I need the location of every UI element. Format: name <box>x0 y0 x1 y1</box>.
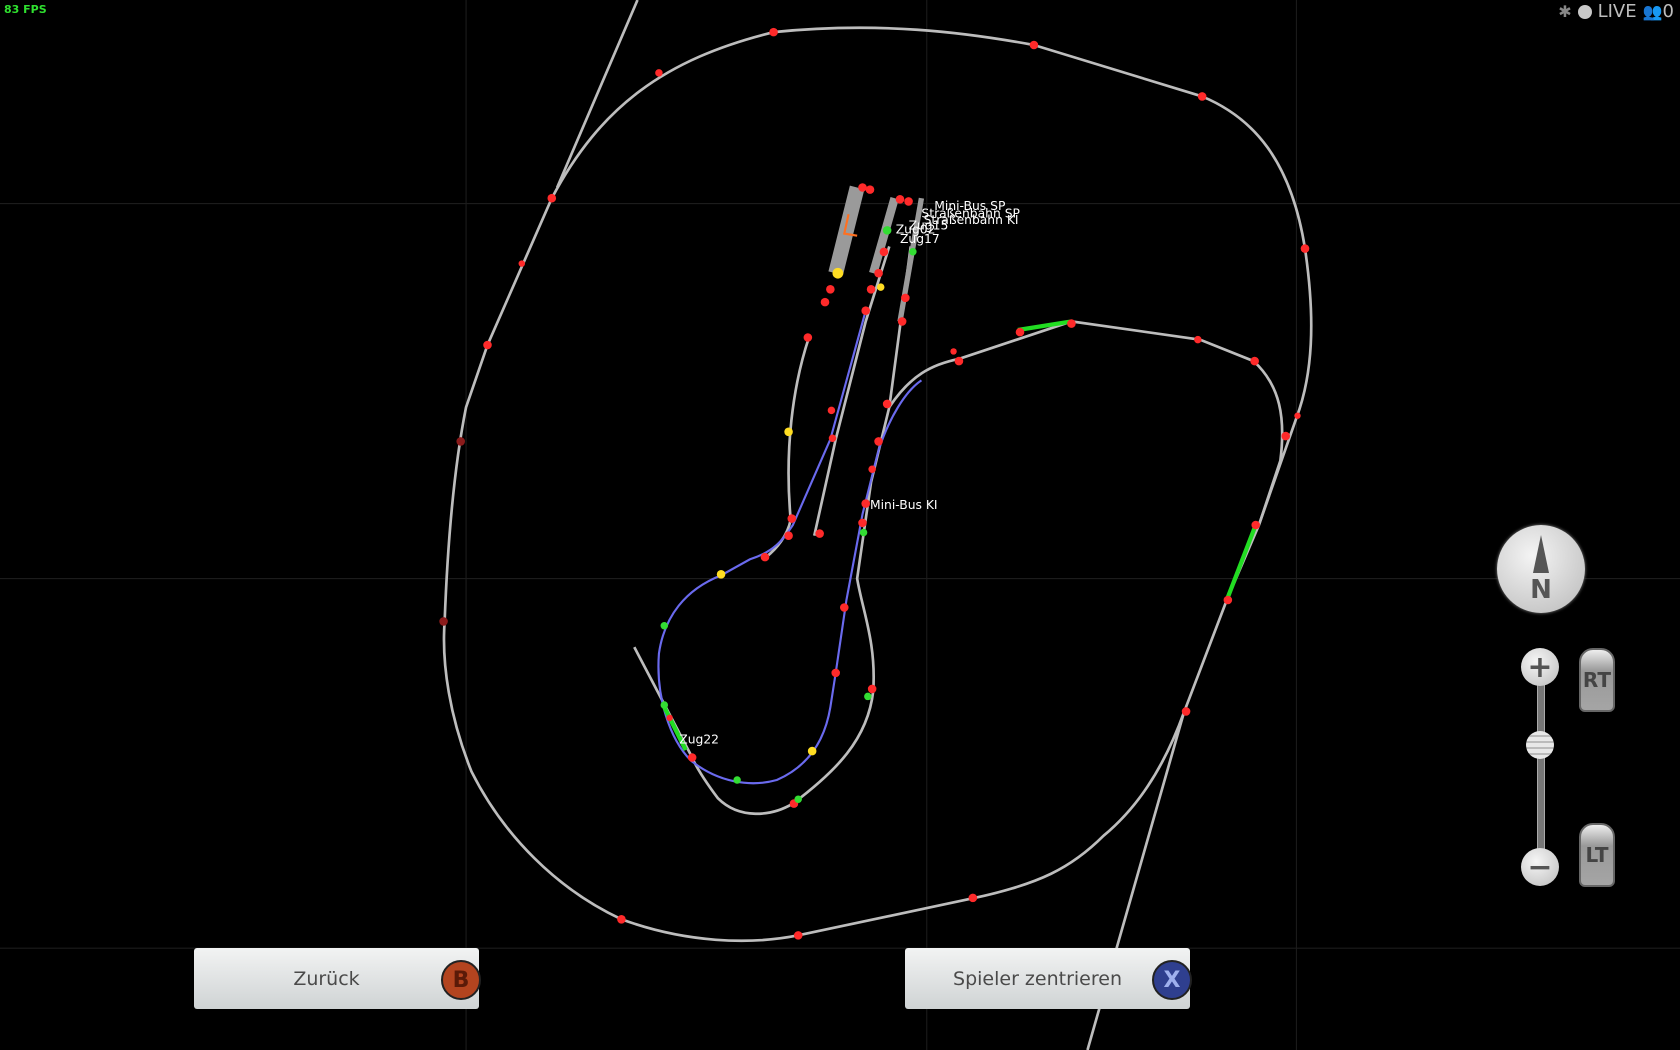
inner-right-loop <box>888 320 1284 526</box>
vehicle-label[interactable]: Zug17 <box>900 232 940 246</box>
lt-trigger-button[interactable]: LT <box>1579 823 1615 887</box>
north-arrow-icon <box>1533 535 1549 573</box>
status-bar: ✱ LIVE 👥 0 <box>1558 1 1674 22</box>
tracks <box>442 0 1313 1050</box>
active-segments <box>662 319 1258 751</box>
live-label: LIVE <box>1597 1 1637 22</box>
back-button[interactable]: Zurück B <box>194 948 481 1009</box>
fps-counter: 83 FPS <box>4 3 47 16</box>
players-icon: 👥 <box>1642 2 1663 21</box>
grid <box>0 0 1680 1050</box>
route-path <box>657 310 923 785</box>
x-key-icon: X <box>1152 960 1192 1000</box>
center-player-label: Spieler zentrieren <box>953 967 1122 990</box>
straight-line-north <box>555 0 639 189</box>
bug-icon[interactable]: ✱ <box>1558 2 1571 21</box>
green-signals <box>660 226 917 804</box>
outer-loop-track <box>442 26 1313 943</box>
vehicle-label[interactable]: Mini-Bus KI <box>870 498 938 512</box>
zoom-slider[interactable] <box>1537 680 1545 872</box>
live-indicator-icon <box>1577 4 1592 19</box>
zoom-in-button[interactable]: + <box>1521 648 1559 686</box>
switches <box>716 267 885 756</box>
back-button-label: Zurück <box>293 967 360 990</box>
vehicle-label[interactable]: Zug22 <box>679 733 719 747</box>
rail-map[interactable]: Mini-Bus SP Straßenbahn SP Straßenbahn K… <box>0 0 1680 1050</box>
rt-trigger-button[interactable]: RT <box>1579 648 1615 712</box>
center-player-button[interactable]: Spieler zentrieren X <box>905 948 1192 1009</box>
signals <box>439 27 1310 940</box>
b-key-icon: B <box>441 960 481 1000</box>
zoom-slider-thumb[interactable] <box>1526 730 1554 759</box>
players-count: 0 <box>1662 1 1674 22</box>
compass-label: N <box>1530 575 1552 605</box>
compass-button[interactable]: N <box>1497 525 1585 613</box>
zoom-out-button[interactable]: − <box>1521 848 1559 886</box>
